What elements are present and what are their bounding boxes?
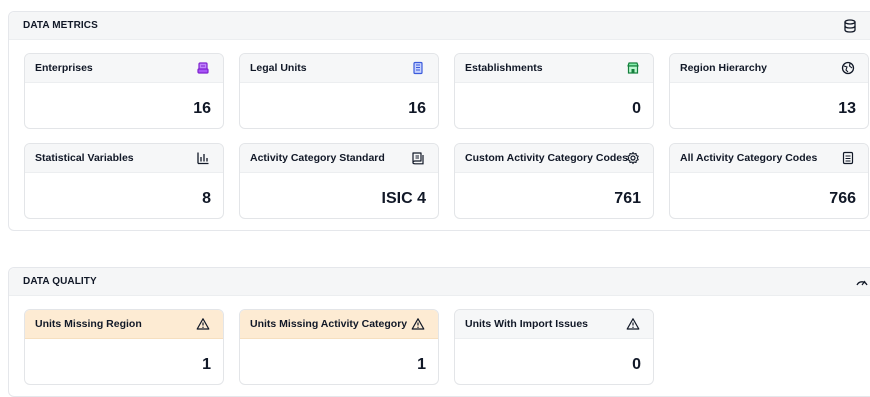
card-label: Establishments [465, 62, 543, 74]
metric-card-region-hierarchy[interactable]: Region Hierarchy 13 [669, 53, 869, 129]
data-quality-title: DATA QUALITY [23, 276, 97, 287]
card-value: 0 [632, 100, 641, 117]
metric-card-custom-activity-category-codes[interactable]: Custom Activity Category Codes 761 [454, 143, 654, 219]
card-value: ISIC 4 [381, 190, 426, 207]
gear-icon [627, 151, 639, 165]
card-label: Region Hierarchy [680, 62, 767, 74]
card-label: Enterprises [35, 62, 93, 74]
metric-card-activity-category-standard[interactable]: Activity Category Standard ISIC 4 [239, 143, 439, 219]
data-metrics-section: DATA METRICS Enterprises 16 Legal Units [8, 11, 870, 231]
data-quality-section: DATA QUALITY Units Missing Region 1 Unit… [8, 267, 870, 397]
metric-card-statistical-variables[interactable]: Statistical Variables 8 [24, 143, 224, 219]
list-icon [842, 151, 854, 165]
bar-chart-icon [197, 152, 209, 165]
card-label: Custom Activity Category Codes [465, 152, 628, 164]
card-value: 1 [202, 356, 211, 373]
store-icon [627, 62, 639, 74]
warning-icon [411, 318, 425, 330]
gauge-icon [856, 280, 868, 286]
metric-card-legal-units[interactable]: Legal Units 16 [239, 53, 439, 129]
metric-card-enterprises[interactable]: Enterprises 16 [24, 53, 224, 129]
data-metrics-header: DATA METRICS [9, 12, 870, 40]
card-value: 0 [632, 356, 641, 373]
card-label: Units Missing Activity Category [250, 318, 408, 330]
quality-card-units-missing-activity-category[interactable]: Units Missing Activity Category 1 [239, 309, 439, 385]
data-quality-header: DATA QUALITY [9, 268, 870, 296]
card-label: Activity Category Standard [250, 152, 385, 164]
card-label: Units Missing Region [35, 318, 142, 330]
warning-icon [626, 318, 640, 330]
card-value: 16 [193, 100, 211, 117]
card-value: 761 [614, 190, 641, 207]
card-label: Units With Import Issues [465, 318, 589, 330]
quality-card-units-with-import-issues[interactable]: Units With Import Issues 0 [454, 309, 654, 385]
globe-icon [841, 61, 855, 75]
card-value: 766 [829, 190, 856, 207]
card-label: Legal Units [250, 62, 307, 74]
building-icon [413, 61, 423, 75]
card-label: All Activity Category Codes [680, 152, 818, 164]
card-value: 1 [417, 356, 426, 373]
card-value: 16 [408, 100, 426, 117]
card-value: 8 [202, 190, 211, 207]
database-icon [844, 19, 856, 33]
metric-card-all-activity-category-codes[interactable]: All Activity Category Codes 766 [669, 143, 869, 219]
book-icon [412, 152, 424, 165]
enterprise-icon [197, 62, 209, 74]
warning-icon [196, 318, 210, 330]
metric-card-establishments[interactable]: Establishments 0 [454, 53, 654, 129]
data-metrics-title: DATA METRICS [23, 20, 98, 31]
quality-card-units-missing-region[interactable]: Units Missing Region 1 [24, 309, 224, 385]
card-value: 13 [838, 100, 856, 117]
card-label: Statistical Variables [35, 152, 134, 164]
